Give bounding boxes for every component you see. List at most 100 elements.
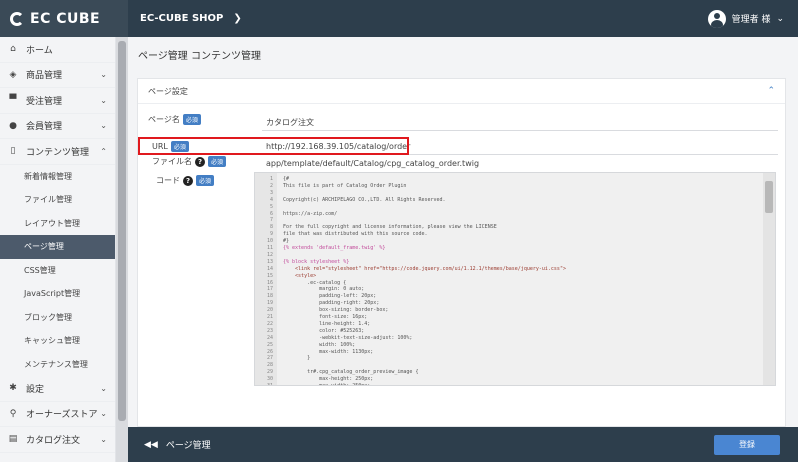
code-line: 10 #}: [255, 238, 289, 245]
code-text: font-size: 16px;: [283, 314, 368, 320]
code-text: #}: [283, 238, 290, 245]
sidebar-item-settings[interactable]: ✱ 設定 ⌄: [0, 376, 115, 402]
sidebar-sub-files[interactable]: ファイル管理: [0, 188, 115, 212]
sidebar-sub-blocks[interactable]: ブロック管理: [0, 306, 115, 330]
line-number: 22: [266, 320, 273, 327]
help-icon[interactable]: ?: [183, 175, 193, 186]
sidebar-item-products[interactable]: ◈ 商品管理 ⌄: [0, 63, 115, 88]
code-line: 25 width: 100%;: [255, 342, 355, 349]
code-line: 31 max-width: 250px;: [255, 383, 371, 386]
code-line: 13 {% block stylesheet %}: [255, 259, 349, 266]
line-number: 18: [266, 293, 273, 300]
code-line: 29 tr#.cpg_catalog_order_preview_image {: [255, 369, 419, 376]
page-name-input[interactable]: カタログ注文: [266, 117, 314, 128]
code-line: 26 max-width: 1130px;: [255, 349, 373, 356]
line-number: 16: [266, 279, 273, 286]
sidebar-item-customers[interactable]: ● 会員管理 ⌄: [0, 114, 115, 139]
sidebar-sub-news[interactable]: 新着情報管理: [0, 165, 115, 189]
sidebar-item-orders[interactable]: ▀ 受注管理 ⌄: [0, 88, 115, 114]
line-number: 28: [266, 362, 273, 369]
page-name-label-group: ページ名 必須: [148, 114, 201, 125]
line-number: 14: [266, 265, 273, 272]
line-number: 6: [269, 210, 273, 217]
sidebar-sub-cache[interactable]: キャッシュ管理: [0, 329, 115, 353]
sidebar-item-home[interactable]: ⌂ ホーム: [0, 37, 115, 63]
chevron-down-icon: ⌄: [776, 13, 784, 24]
code-line: 28: [255, 362, 283, 369]
code-line: 1 {#: [255, 176, 289, 183]
required-badge: 必須: [196, 175, 215, 186]
line-number: 19: [266, 300, 273, 307]
sidebar-sub-maintenance[interactable]: メンテナンス管理: [0, 353, 115, 377]
code-text: padding-left: 20px;: [283, 293, 377, 300]
code-text: max-width: 250px;: [283, 383, 371, 386]
code-text: -webkit-text-size-adjust: 100%;: [283, 334, 413, 341]
line-number: 29: [266, 369, 273, 376]
line-number: 27: [266, 355, 273, 362]
code-editor[interactable]: 1 {# 2 This file is part of Catalog Order P…: [254, 172, 776, 386]
line-number: 12: [266, 251, 273, 258]
sidebar-sub-layout[interactable]: レイアウト管理: [0, 212, 115, 236]
line-number: 17: [266, 286, 273, 293]
help-icon[interactable]: ?: [195, 156, 205, 167]
line-number: 11: [266, 245, 273, 251]
line-number: 2: [269, 182, 273, 189]
required-badge: 必須: [208, 156, 227, 167]
user-name: 管理者 様: [731, 15, 771, 25]
code-line: 23 color: #525263;: [255, 328, 364, 335]
code-text: For the full copyright and license infor…: [283, 224, 497, 231]
shop-name: EC-CUBE SHOP: [140, 13, 224, 24]
sidebar-item-owners-store[interactable]: ⚲ オーナーズストア ⌄: [0, 402, 115, 427]
chevron-down-icon: ⌄: [100, 70, 107, 80]
code-line: 7: [255, 217, 283, 224]
sidebar-scrollbar[interactable]: [116, 37, 128, 462]
code-text: tr#.cpg_catalog_order_preview_image {: [283, 369, 419, 376]
card-header[interactable]: ページ設定 ⌃: [138, 79, 785, 104]
code-text: file that was distributed with this sour…: [283, 231, 428, 238]
code-text: max-width: 1130px;: [283, 348, 374, 355]
code-line: 19 padding-right: 20px;: [255, 300, 379, 307]
line-number: 15: [266, 272, 273, 279]
page-name-underline: [262, 130, 778, 131]
code-line: 4 Copyright(c) ARCHIPELAGO CO.,LTD. All R…: [255, 197, 446, 204]
file-name-label-group: ファイル名 ? 必須: [152, 156, 227, 167]
chevron-down-icon: ⌄: [100, 121, 107, 131]
sidebar-sub-pages[interactable]: ページ管理: [0, 235, 115, 259]
sidebar-item-label: コンテンツ管理: [26, 147, 90, 158]
editor-scrollbar-thumb[interactable]: [765, 181, 773, 213]
cart-icon: ▀: [9, 95, 17, 106]
user-menu[interactable]: 管理者 様 ⌄: [707, 9, 784, 28]
gear-icon: ✱: [9, 383, 17, 394]
ec-cube-logo[interactable]: EC CUBE: [0, 0, 128, 37]
line-number: 26: [266, 348, 273, 355]
line-number: 31: [266, 383, 273, 386]
code-text: max-height: 250px;: [283, 376, 374, 383]
chevron-up-icon[interactable]: ⌃: [767, 86, 775, 96]
logo-mark-icon: [10, 11, 24, 26]
sidebar-sub-css[interactable]: CSS管理: [0, 259, 115, 283]
code-line: 14 <link rel="stylesheet" href="https://…: [255, 266, 566, 273]
sidebar-item-label: 設定: [26, 384, 45, 395]
sidebar-sub-javascript[interactable]: JavaScript管理: [0, 282, 115, 306]
editor-scrollbar[interactable]: [763, 173, 775, 385]
sidebar-item-contents[interactable]: ▯ コンテンツ管理 ⌃: [0, 139, 115, 165]
chevron-right-icon: ❯: [233, 13, 242, 24]
sidebar-item-catalog-order[interactable]: ▤ カタログ注文 ⌄: [0, 427, 115, 453]
home-icon: ⌂: [10, 44, 16, 55]
code-text: .ec-catalog {: [283, 279, 347, 286]
cube-icon: ◈: [9, 69, 17, 80]
back-to-page-list-link[interactable]: ◀◀ ページ管理: [144, 438, 211, 452]
code-label: コード: [156, 176, 180, 185]
code-line: 8 For the full copyright and license info…: [255, 224, 497, 231]
card-title: ページ設定: [148, 86, 188, 96]
sidebar-scrollbar-thumb[interactable]: [118, 41, 126, 421]
code-line: 12: [255, 252, 283, 259]
line-number: 3: [269, 189, 273, 196]
shop-link[interactable]: EC-CUBE SHOP ❯: [128, 13, 242, 24]
line-number: 1: [269, 176, 273, 182]
chevron-down-icon: ⌄: [100, 434, 107, 444]
line-number: 23: [266, 327, 273, 334]
save-button[interactable]: 登録: [714, 434, 780, 455]
code-text: line-height: 1.4;: [283, 320, 371, 327]
code-text: {% extends 'default_frame.twig' %}: [283, 245, 386, 251]
